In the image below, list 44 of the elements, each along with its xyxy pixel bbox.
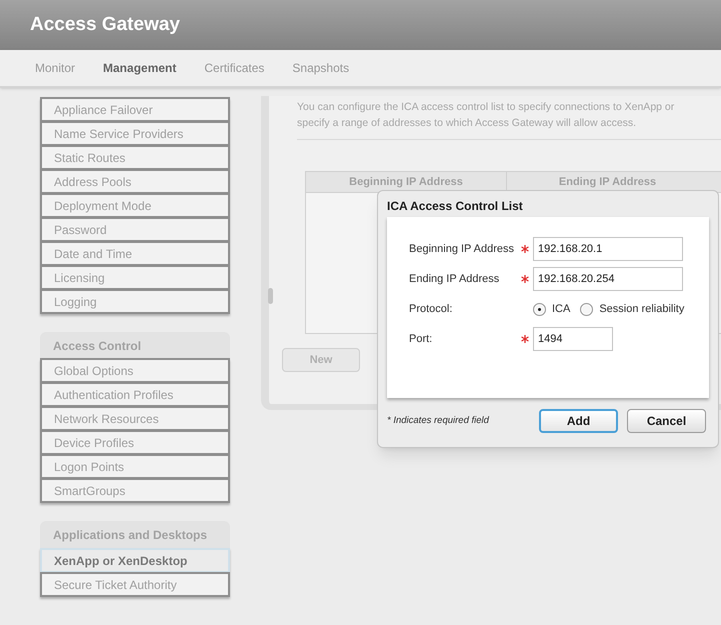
sidebar-item[interactable]: Address Pools [40, 169, 230, 194]
sidebar-item[interactable]: Appliance Failover [40, 97, 230, 122]
sidebar-item[interactable]: SmartGroups [40, 478, 230, 503]
sidebar-item[interactable]: Password [40, 217, 230, 242]
nav-tab[interactable]: Monitor [35, 59, 76, 77]
new-button[interactable]: New [282, 348, 360, 372]
field-label: Protocol: [409, 302, 454, 316]
description-text: specify a range of addresses to which Access Gateway will allow access. [297, 116, 638, 131]
splitter-handle[interactable] [268, 288, 273, 304]
cancel-button[interactable]: Cancel [627, 409, 706, 433]
radio-label: Session reliability [599, 302, 684, 317]
sidebar-item[interactable]: Authentication Profiles [40, 382, 230, 407]
field-label: Beginning IP Address [409, 242, 515, 256]
required-note: * Indicates required field [387, 414, 490, 428]
add-button[interactable]: Add [539, 409, 618, 433]
text-field[interactable]: 192.168.20.1 [533, 237, 683, 261]
radio-label: ICA [552, 302, 570, 317]
column-header: Ending IP Address [558, 174, 658, 190]
sidebar-item[interactable]: Logon Points [40, 454, 230, 479]
nav-tab[interactable]: Certificates [204, 59, 264, 77]
sidebar-item[interactable]: XenApp or XenDesktop [40, 548, 230, 573]
field-label: Port: [409, 332, 434, 346]
sidebar-item[interactable]: Deployment Mode [40, 193, 230, 218]
description-text: You can configure the ICA access control list to specify connections to XenApp or [297, 100, 676, 115]
text-field[interactable]: 192.168.20.254 [533, 267, 683, 291]
sidebar-item[interactable]: Device Profiles [40, 430, 230, 455]
dialog-title: ICA Access Control List [387, 198, 524, 215]
sidebar-item[interactable]: Logging [40, 289, 230, 314]
text-field[interactable]: 1494 [533, 327, 613, 351]
sidebar-item[interactable]: Name Service Providers [40, 121, 230, 146]
radio-button[interactable] [533, 302, 546, 316]
radio-button[interactable] [580, 302, 594, 316]
sidebar-item[interactable]: Global Options [40, 358, 230, 383]
sidebar-item[interactable]: Secure Ticket Authority [40, 572, 230, 597]
group-heading: Applications and Desktops [40, 521, 230, 548]
field-label: Ending IP Address [409, 272, 500, 286]
app-title: Access Gateway [30, 12, 180, 37]
sidebar-item[interactable]: Static Routes [40, 145, 230, 170]
nav-tab[interactable]: Management [103, 59, 176, 77]
nav-tab[interactable]: Snapshots [292, 59, 350, 77]
sidebar-item[interactable]: Date and Time [40, 241, 230, 266]
sidebar-item[interactable]: Licensing [40, 265, 230, 290]
group-heading: Access Control [40, 332, 230, 359]
sidebar-item[interactable]: Network Resources [40, 406, 230, 431]
